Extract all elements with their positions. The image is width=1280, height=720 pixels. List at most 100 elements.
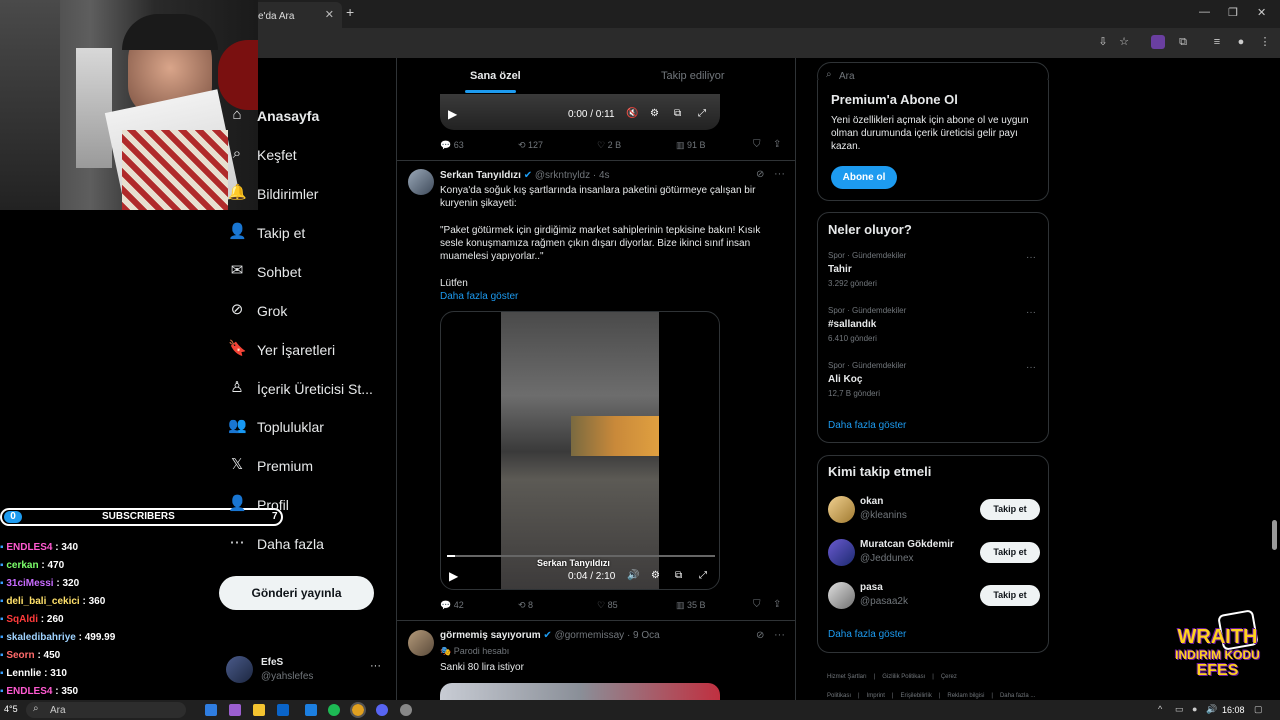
taskbar-search[interactable]: Ara <box>26 702 186 718</box>
tab-for-you[interactable]: Sana özel <box>470 70 521 82</box>
more-icon[interactable]: ··· <box>370 660 381 672</box>
taskbar-chrome-icon[interactable] <box>350 702 366 718</box>
menu-icon[interactable]: ⋮ <box>1258 35 1272 49</box>
video-player[interactable]: Serkan Tanyıldızı ▶ 0:04 / 2:10 🔊 ⚙ ⧉ ⤢ <box>440 311 720 590</box>
video-progress-track[interactable] <box>447 555 715 557</box>
maximize-button[interactable]: ❐ <box>1228 6 1238 19</box>
fullscreen-icon[interactable]: ⤢ <box>698 108 706 119</box>
taskbar-mail-icon[interactable] <box>277 704 289 716</box>
tray-volume-icon[interactable]: 🔊 <box>1206 704 1217 715</box>
footer-link[interactable]: Hizmet Şartları <box>827 674 867 680</box>
bookmark-icon[interactable]: ⛉ <box>753 599 761 610</box>
suggested-user-name[interactable]: okan <box>860 496 883 507</box>
reply-action[interactable]: 💬 63 <box>440 140 464 151</box>
mute-icon[interactable]: 🔇 <box>626 108 638 119</box>
post-time[interactable]: · 4s <box>593 170 610 181</box>
views-action[interactable]: ▥ 91 B <box>676 140 706 151</box>
footer-link[interactable]: Erişilebilirlik <box>900 693 931 699</box>
share-icon[interactable]: ⇪ <box>773 599 781 610</box>
like-action[interactable]: ♡ 85 <box>597 600 618 611</box>
settings-icon[interactable]: ⚙ <box>651 570 660 581</box>
taskbar-spotify-icon[interactable] <box>328 704 340 716</box>
taskbar-store-icon[interactable] <box>305 704 317 716</box>
post-image[interactable] <box>440 683 720 700</box>
post-button[interactable]: Gönderi yayınla <box>219 576 374 610</box>
trends-show-more[interactable]: Daha fazla göster <box>828 420 906 431</box>
follow-button[interactable]: Takip et <box>980 585 1040 606</box>
extension-icon[interactable] <box>1151 35 1165 49</box>
more-icon[interactable]: ··· <box>774 168 785 180</box>
repost-action[interactable]: ⟲ 127 <box>518 140 543 151</box>
taskbar-copilot-icon[interactable] <box>229 704 241 716</box>
pip-icon[interactable]: ⧉ <box>675 570 682 581</box>
play-icon[interactable]: ▶ <box>449 569 458 583</box>
avatar[interactable] <box>828 539 855 566</box>
author-handle[interactable]: @srkntnyldz <box>535 170 590 181</box>
more-icon[interactable]: ··· <box>1026 362 1036 373</box>
scrollbar-thumb[interactable] <box>1272 520 1277 550</box>
avatar[interactable] <box>828 582 855 609</box>
grok-icon[interactable]: ⊘ <box>756 169 764 180</box>
footer-link[interactable]: Imprint <box>867 693 885 699</box>
suggested-user-handle[interactable]: @Jeddunex <box>860 553 914 564</box>
show-more-link[interactable]: Daha fazla göster <box>440 291 518 302</box>
suggested-user-name[interactable]: pasa <box>860 582 883 593</box>
author-name[interactable]: Serkan Tanyıldızı <box>440 170 521 181</box>
footer-link[interactable]: Daha fazla ... <box>1000 693 1035 699</box>
like-action[interactable]: ♡ 2 B <box>597 140 621 151</box>
suggested-user-name[interactable]: Muratcan Gökdemir <box>860 539 954 550</box>
weather-temp[interactable]: 4°5 <box>4 704 18 714</box>
share-icon[interactable]: ⇪ <box>773 139 781 150</box>
author-handle[interactable]: @gormemissay <box>555 630 625 641</box>
install-icon[interactable]: ⇩ <box>1096 35 1110 49</box>
play-icon[interactable]: ▶ <box>448 107 457 121</box>
views-action[interactable]: ▥ 35 B <box>676 600 706 611</box>
taskbar-obs-icon[interactable] <box>400 704 412 716</box>
avatar[interactable] <box>408 169 434 195</box>
account-switcher[interactable]: EfeS @yahslefes ··· <box>226 656 386 688</box>
more-icon[interactable]: ··· <box>1026 252 1036 263</box>
minimize-button[interactable]: — <box>1199 6 1210 18</box>
suggested-user-handle[interactable]: @kleanins <box>860 510 907 521</box>
suggested-user-handle[interactable]: @pasaa2k <box>860 596 908 607</box>
more-icon[interactable]: ··· <box>1026 307 1036 318</box>
clock[interactable]: 16:08 <box>1222 705 1245 715</box>
taskbar-explorer-icon[interactable] <box>253 704 265 716</box>
media-icon[interactable]: ≡ <box>1210 35 1224 49</box>
bookmark-icon[interactable]: ⛉ <box>753 139 761 150</box>
avatar[interactable] <box>828 496 855 523</box>
volume-icon[interactable]: 🔊 <box>627 570 639 581</box>
avatar[interactable] <box>408 630 434 656</box>
profile-avatar-icon[interactable]: ● <box>1234 35 1248 49</box>
puzzle-icon[interactable]: ⧉ <box>1176 35 1190 49</box>
reply-icon: 💬 <box>440 600 454 610</box>
fullscreen-icon[interactable]: ⤢ <box>699 570 707 581</box>
taskbar-edge-icon[interactable] <box>205 704 217 716</box>
tray-mic-icon[interactable]: ● <box>1192 704 1197 714</box>
close-window-button[interactable]: ✕ <box>1257 6 1266 19</box>
tray-network-icon[interactable]: ▭ <box>1175 704 1184 715</box>
video-player[interactable]: ▶ 0:00 / 0:11 🔇 ⚙ ⧉ ⤢ <box>440 94 720 130</box>
repost-action[interactable]: ⟲ 8 <box>518 600 533 611</box>
footer-link[interactable]: Gizlilik Politikası <box>882 674 925 680</box>
close-tab-icon[interactable]: ✕ <box>325 8 334 21</box>
browser-tab[interactable]: e'da Ara ✕ <box>250 2 342 28</box>
reply-action[interactable]: 💬 42 <box>440 600 464 611</box>
notification-icon[interactable]: ▢ <box>1254 704 1263 715</box>
new-tab-button[interactable]: + <box>346 4 354 20</box>
star-icon[interactable]: ☆ <box>1117 35 1131 49</box>
taskbar-discord-icon[interactable] <box>376 704 388 716</box>
follow-button[interactable]: Takip et <box>980 542 1040 563</box>
follow-show-more[interactable]: Daha fazla göster <box>828 629 906 640</box>
footer-link[interactable]: Reklam bilgisi <box>947 693 984 699</box>
follow-button[interactable]: Takip et <box>980 499 1040 520</box>
settings-icon[interactable]: ⚙ <box>650 108 659 119</box>
tray-chevron-icon[interactable]: ^ <box>1158 704 1162 714</box>
more-icon[interactable]: ··· <box>774 629 785 641</box>
grok-icon[interactable]: ⊘ <box>756 630 764 641</box>
author-name[interactable]: görmemiş sayıyorum <box>440 630 541 641</box>
post-time[interactable]: · 9 Oca <box>627 630 660 641</box>
tab-following[interactable]: Takip ediliyor <box>661 70 725 82</box>
pip-icon[interactable]: ⧉ <box>674 108 681 119</box>
subscribe-button[interactable]: Abone ol <box>831 166 897 189</box>
